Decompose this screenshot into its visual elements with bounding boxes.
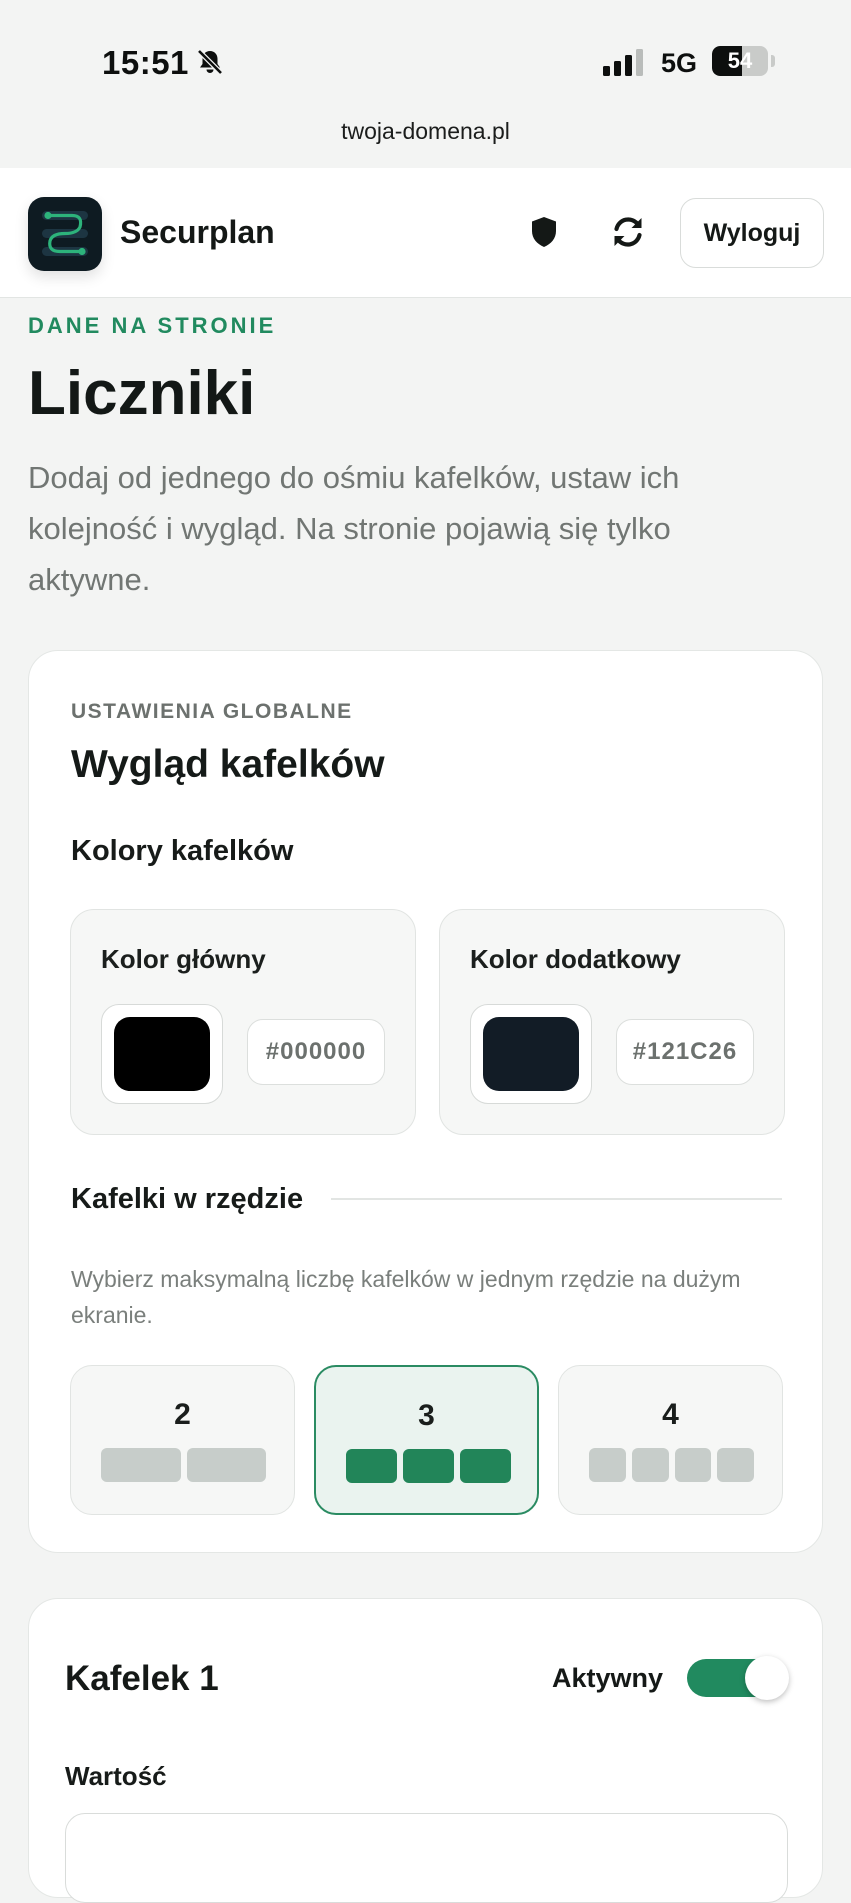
colors-heading: Kolory kafelków	[71, 835, 294, 867]
signal-icon	[603, 49, 643, 76]
per-row-option-3[interactable]: 3	[314, 1365, 539, 1515]
secondary-color-swatch	[483, 1017, 579, 1091]
option-label: 3	[418, 1399, 435, 1432]
per-row-option-2[interactable]: 2	[70, 1365, 295, 1515]
option-label: 2	[174, 1398, 191, 1431]
card-title: Wygląd kafelków	[71, 743, 385, 786]
logout-button[interactable]: Wyloguj	[680, 198, 824, 268]
active-label: Aktywny	[552, 1663, 664, 1693]
primary-hex-input[interactable]	[247, 1019, 385, 1085]
page-title: Liczniki	[28, 359, 256, 428]
section-eyebrow: DANE NA STRONIE	[28, 313, 277, 338]
shield-icon[interactable]	[524, 212, 564, 252]
active-toggle[interactable]	[687, 1656, 789, 1700]
battery-level: 54	[727, 48, 753, 73]
network-type: 5G	[661, 48, 698, 78]
toggle-knob	[745, 1656, 789, 1700]
preview-bar	[346, 1449, 397, 1483]
secondary-color-label: Kolor dodatkowy	[470, 944, 681, 974]
status-bar: 15:51 5G 54 twoja-domena.pl	[0, 0, 851, 144]
logo-icon	[42, 211, 88, 256]
preview-bar	[589, 1448, 626, 1482]
per-row-hint: Wybierz maksymalną liczbę kafelków w jed…	[71, 1266, 741, 1328]
per-row-heading: Kafelki w rzędzie	[71, 1183, 304, 1215]
global-settings-card: USTAWIENIA GLOBALNE Wygląd kafelków Kolo…	[28, 650, 823, 1553]
secondary-hex-input[interactable]	[616, 1019, 754, 1085]
preview-bar	[101, 1448, 181, 1482]
option-preview	[71, 1448, 294, 1482]
preview-bar	[717, 1448, 754, 1482]
option-preview	[316, 1449, 537, 1483]
address-bar-url[interactable]: twoja-domena.pl	[0, 118, 851, 145]
secondary-color-box: Kolor dodatkowy	[439, 909, 785, 1135]
preview-bar	[403, 1449, 454, 1483]
refresh-icon[interactable]	[608, 212, 648, 252]
primary-color-picker[interactable]	[101, 1004, 223, 1104]
preview-bar	[186, 1448, 266, 1482]
option-label: 4	[662, 1398, 679, 1431]
status-time: 15:51	[102, 44, 189, 81]
preview-bar	[674, 1448, 712, 1482]
card-kicker: USTAWIENIA GLOBALNE	[71, 700, 353, 723]
tile-card: Kafelek 1 Aktywny Wartość	[28, 1598, 823, 1903]
battery-icon: 54	[712, 46, 768, 76]
bell-muted-icon	[197, 49, 223, 75]
value-label: Wartość	[65, 1761, 167, 1791]
primary-color-swatch	[114, 1017, 210, 1091]
section-divider	[331, 1198, 782, 1200]
value-input[interactable]	[65, 1813, 788, 1903]
secondary-color-picker[interactable]	[470, 1004, 592, 1104]
brand-name: Securplan	[120, 214, 275, 250]
per-row-option-4[interactable]: 4	[558, 1365, 783, 1515]
preview-bar	[460, 1449, 511, 1483]
page-description: Dodaj od jednego do ośmiu kafelków, usta…	[28, 460, 680, 597]
preview-bar	[631, 1448, 669, 1482]
primary-color-label: Kolor główny	[101, 944, 266, 974]
primary-color-box: Kolor główny	[70, 909, 416, 1135]
app-header: Securplan Wyloguj	[0, 168, 851, 298]
option-preview	[559, 1448, 782, 1482]
tile-title: Kafelek 1	[65, 1659, 219, 1698]
app-logo[interactable]	[28, 197, 102, 271]
